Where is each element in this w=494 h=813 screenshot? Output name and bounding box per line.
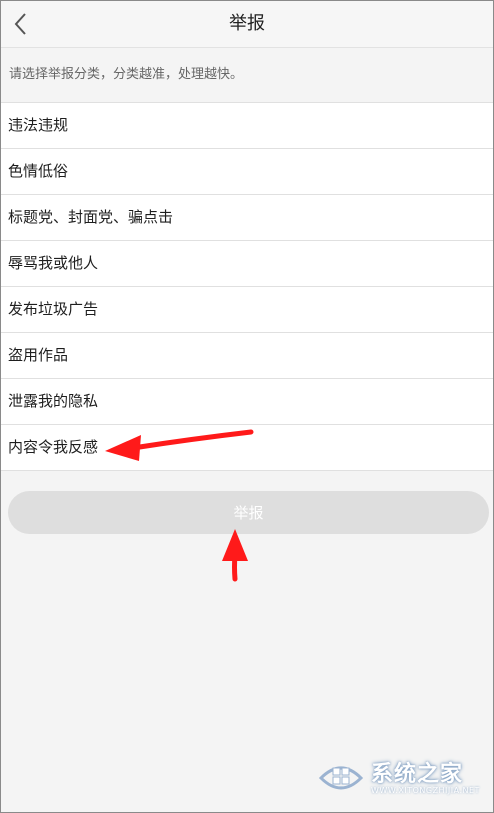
- report-hint-text: 请选择举报分类，分类越准，处理越快。: [1, 48, 493, 101]
- page-title: 举报: [229, 13, 265, 34]
- category-privacy-leak[interactable]: 泄露我的隐私: [1, 379, 493, 425]
- category-plagiarism[interactable]: 盗用作品: [1, 333, 493, 379]
- watermark-url: WWW.XITONGZHIJIA.NET: [371, 786, 480, 795]
- category-abuse[interactable]: 辱骂我或他人: [1, 241, 493, 287]
- category-illegal[interactable]: 违法违规: [1, 103, 493, 149]
- app-frame: 举报 请选择举报分类，分类越准，处理越快。 违法违规 色情低俗 标题党、封面党、…: [0, 0, 494, 813]
- watermark-brand: 系统之家: [371, 762, 464, 787]
- category-spam-ads[interactable]: 发布垃圾广告: [1, 287, 493, 333]
- category-offensive[interactable]: 内容令我反感: [1, 425, 493, 471]
- category-vulgar[interactable]: 色情低俗: [1, 149, 493, 195]
- report-category-list: 违法违规 色情低俗 标题党、封面党、骗点击 辱骂我或他人 发布垃圾广告 盗用作品…: [1, 102, 493, 471]
- watermark: 系统之家 WWW.XITONGZHIJIA.NET: [315, 752, 487, 804]
- submit-report-button[interactable]: 举报: [8, 491, 489, 534]
- arrow-to-submit-button: [222, 529, 248, 582]
- nav-bar: 举报: [1, 1, 493, 48]
- category-clickbait[interactable]: 标题党、封面党、骗点击: [1, 195, 493, 241]
- windows-logo-icon: [318, 766, 364, 790]
